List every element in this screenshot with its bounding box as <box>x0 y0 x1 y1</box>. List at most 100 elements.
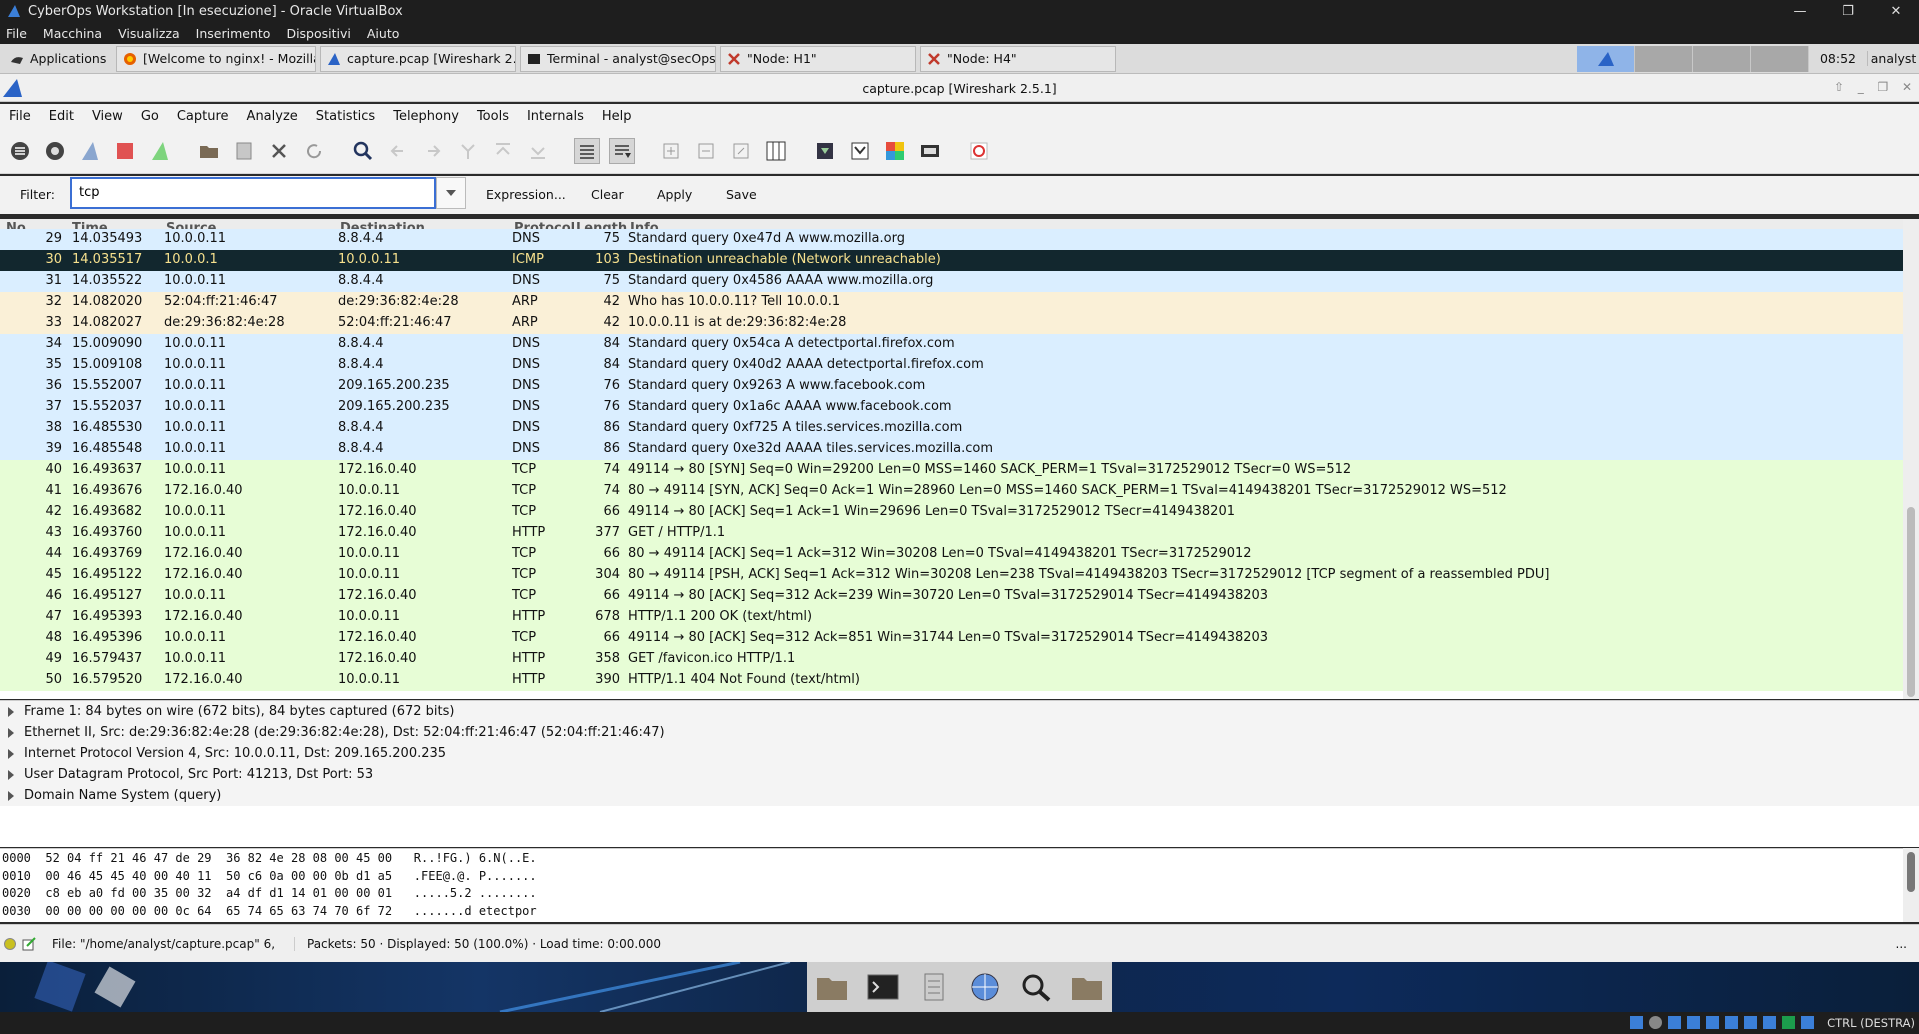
task-firefox[interactable]: [Welcome to nginx! - Mozilla... <box>116 45 316 72</box>
packet-row[interactable]: 44 16.493769 172.16.0.40 10.0.0.11 TCP 66 80 →… <box>0 544 1903 565</box>
packet-row[interactable]: 42 16.493682 10.0.0.11 172.16.0.40 TCP 66 4911… <box>0 502 1903 523</box>
save-file-icon[interactable] <box>231 138 257 164</box>
interfaces-icon[interactable] <box>7 138 33 164</box>
first-packet-icon[interactable] <box>490 138 516 164</box>
menu-analyze[interactable]: Analyze <box>247 109 298 124</box>
menu-statistics[interactable]: Statistics <box>316 109 375 124</box>
restart-capture-icon[interactable] <box>147 138 173 164</box>
go-forward-icon[interactable] <box>420 138 446 164</box>
go-to-packet-icon[interactable] <box>455 138 481 164</box>
menu-tools[interactable]: Tools <box>477 109 509 124</box>
filter-history-dropdown[interactable] <box>436 177 466 209</box>
workspace-3[interactable] <box>1693 45 1751 72</box>
expression-button[interactable]: Expression... <box>486 187 566 202</box>
vbox-menu-help[interactable]: Aiuto <box>367 26 400 41</box>
zoom-in-icon[interactable] <box>658 138 684 164</box>
bytes-scrollbar[interactable] <box>1903 848 1919 922</box>
packet-row[interactable]: 47 16.495393 172.16.0.40 10.0.0.11 HTTP 678 HT… <box>0 607 1903 628</box>
close-icon[interactable]: ✕ <box>1876 0 1916 22</box>
open-file-icon[interactable] <box>196 138 222 164</box>
comments-icon[interactable] <box>22 936 36 951</box>
coloring-rules-icon[interactable] <box>882 138 908 164</box>
detail-frame[interactable]: Frame 1: 84 bytes on wire (672 bits), 84… <box>0 701 1919 722</box>
display-filters-icon[interactable] <box>847 138 873 164</box>
user-menu[interactable]: analyst <box>1867 51 1919 66</box>
menu-go[interactable]: Go <box>141 109 159 124</box>
clear-button[interactable]: Clear <box>591 187 624 202</box>
normal-size-icon[interactable] <box>728 138 754 164</box>
maximize-icon[interactable]: ❐ <box>1877 80 1888 94</box>
packet-row[interactable]: 43 16.493760 10.0.0.11 172.16.0.40 HTTP 377 GE… <box>0 523 1903 544</box>
resize-columns-icon[interactable] <box>763 138 789 164</box>
mouse-integration-icon[interactable] <box>1801 1016 1814 1029</box>
autoscroll-icon[interactable] <box>609 138 635 164</box>
video-capture-icon[interactable] <box>1763 1016 1776 1029</box>
status-profile[interactable]: ... <box>1896 937 1907 951</box>
virtualization-icon[interactable] <box>1782 1016 1795 1029</box>
menu-internals[interactable]: Internals <box>527 109 584 124</box>
packet-row[interactable]: 29 14.035493 10.0.0.11 8.8.4.4 DNS 75 Standard… <box>0 229 1903 250</box>
find-packet-icon[interactable] <box>350 138 376 164</box>
save-filter-button[interactable]: Save <box>726 187 757 202</box>
reload-icon[interactable] <box>301 138 327 164</box>
packet-list-scrollbar[interactable] <box>1903 219 1919 699</box>
help-icon[interactable] <box>966 138 992 164</box>
packet-row[interactable]: 41 16.493676 172.16.0.40 10.0.0.11 TCP 74 80 →… <box>0 481 1903 502</box>
packet-row[interactable]: 32 14.082020 52:04:ff:21:46:47 de:29:36:82:… <box>0 292 1903 313</box>
packet-row[interactable]: 40 16.493637 10.0.0.11 172.16.0.40 TCP 74 4911… <box>0 460 1903 481</box>
packet-row[interactable]: 30 14.035517 10.0.0.1 10.0.0.11 ICMP 103 Desti… <box>0 250 1903 271</box>
menu-edit[interactable]: Edit <box>49 109 74 124</box>
packet-row[interactable]: 35 15.009108 10.0.0.11 8.8.4.4 DNS 84 Standard… <box>0 355 1903 376</box>
detail-udp[interactable]: User Datagram Protocol, Src Port: 41213,… <box>0 764 1919 785</box>
colorize-icon[interactable] <box>574 138 600 164</box>
close-file-icon[interactable] <box>266 138 292 164</box>
search-icon[interactable] <box>1019 972 1053 1002</box>
workspace-4[interactable] <box>1751 45 1809 72</box>
task-node-h1[interactable]: "Node: H1" <box>720 45 916 72</box>
preferences-icon[interactable] <box>917 138 943 164</box>
detail-ethernet[interactable]: Ethernet II, Src: de:29:36:82:4e:28 (de:… <box>0 722 1919 743</box>
minimize-icon[interactable]: — <box>1780 0 1820 22</box>
packet-list[interactable]: No. Time Source Destination Protocol Len… <box>0 219 1903 699</box>
expand-arrow-icon[interactable] <box>8 727 14 738</box>
packet-row[interactable]: 36 15.552007 10.0.0.11 209.165.200.235 DNS 76… <box>0 376 1903 397</box>
packet-row[interactable]: 39 16.485548 10.0.0.11 8.8.4.4 DNS 86 Standard… <box>0 439 1903 460</box>
home-folder-icon[interactable] <box>815 972 849 1002</box>
file-manager-icon[interactable] <box>917 972 951 1002</box>
apply-button[interactable]: Apply <box>657 187 692 202</box>
task-terminal[interactable]: Terminal - analyst@secOps:~ <box>520 45 716 72</box>
workspace-1[interactable] <box>1577 45 1635 72</box>
close-icon[interactable]: ✕ <box>1902 80 1912 94</box>
terminal-icon[interactable] <box>866 972 900 1002</box>
usb-icon[interactable] <box>1706 1016 1719 1029</box>
minimize-icon[interactable]: _ <box>1858 80 1864 94</box>
folder-icon[interactable] <box>1070 972 1104 1002</box>
filter-input[interactable]: tcp <box>70 177 436 209</box>
task-node-h4[interactable]: "Node: H4" <box>920 45 1116 72</box>
packet-row[interactable]: 38 16.485530 10.0.0.11 8.8.4.4 DNS 86 Standard… <box>0 418 1903 439</box>
last-packet-icon[interactable] <box>525 138 551 164</box>
zoom-out-icon[interactable] <box>693 138 719 164</box>
vbox-menu-input[interactable]: Inserimento <box>196 26 271 41</box>
expand-arrow-icon[interactable] <box>8 706 14 717</box>
shade-icon[interactable]: ⇧ <box>1834 80 1844 94</box>
detail-dns[interactable]: Domain Name System (query) <box>0 785 1919 806</box>
menu-telephony[interactable]: Telephony <box>393 109 459 124</box>
packet-row[interactable]: 48 16.495396 10.0.0.11 172.16.0.40 TCP 66 4911… <box>0 628 1903 649</box>
shared-folders-icon[interactable] <box>1725 1016 1738 1029</box>
workspace-2[interactable] <box>1635 45 1693 72</box>
applications-menu[interactable]: Applications <box>4 46 112 72</box>
menu-capture[interactable]: Capture <box>177 109 229 124</box>
detail-ip[interactable]: Internet Protocol Version 4, Src: 10.0.0… <box>0 743 1919 764</box>
menu-view[interactable]: View <box>92 109 123 124</box>
expand-arrow-icon[interactable] <box>8 769 14 780</box>
scrollbar-thumb[interactable] <box>1907 852 1915 892</box>
go-back-icon[interactable] <box>385 138 411 164</box>
capture-options-icon[interactable] <box>42 138 68 164</box>
optical-drive-icon[interactable] <box>1649 1016 1662 1029</box>
packet-row[interactable]: 46 16.495127 10.0.0.11 172.16.0.40 TCP 66 4911… <box>0 586 1903 607</box>
menu-help[interactable]: Help <box>602 109 632 124</box>
vbox-menu-file[interactable]: File <box>6 26 27 41</box>
stop-capture-icon[interactable] <box>112 138 138 164</box>
network-icon[interactable] <box>1687 1016 1700 1029</box>
